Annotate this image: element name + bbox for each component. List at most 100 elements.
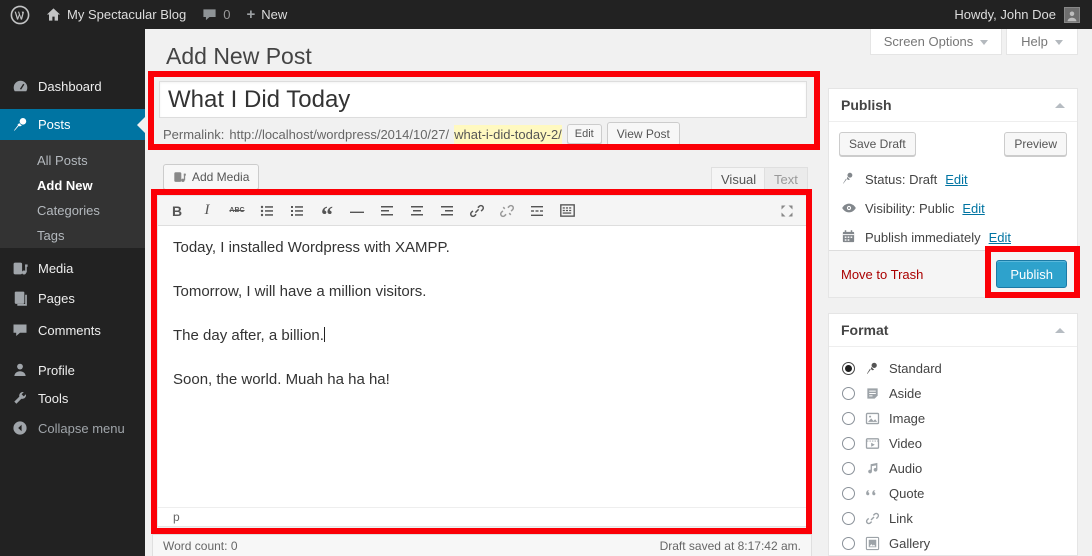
page-title: Add New Post — [166, 43, 312, 70]
comments-menu[interactable]: 0 — [202, 7, 230, 22]
collapse-toggle-icon[interactable] — [1055, 328, 1065, 333]
sidebar-item-comments[interactable]: Comments — [0, 315, 145, 345]
editor-content-area[interactable]: Today, I installed Wordpress with XAMPP.… — [158, 226, 806, 488]
format-option-label: Standard — [889, 361, 942, 376]
permalink-slug[interactable]: what-i-did-today-2/ — [454, 125, 562, 144]
format-option-quote[interactable]: Quote — [842, 481, 1077, 506]
horizontal-rule-button[interactable]: — — [348, 202, 366, 220]
sidebar-item-label: Comments — [38, 323, 101, 338]
calendar-icon — [841, 229, 857, 245]
numbered-list-button[interactable] — [288, 202, 306, 220]
sidebar-item-collapse-menu[interactable]: Collapse menu — [0, 413, 145, 443]
edit-schedule-link[interactable]: Edit — [989, 230, 1011, 245]
posts-submenu: All Posts Add New Categories Tags — [0, 140, 145, 248]
radio-unchecked[interactable] — [842, 437, 855, 450]
aside-icon — [864, 386, 880, 402]
radio-unchecked[interactable] — [842, 487, 855, 500]
format-option-video[interactable]: Video — [842, 431, 1077, 456]
publish-panel: Publish Save Draft Preview Status: Draft… — [828, 88, 1078, 298]
current-menu-arrow — [129, 117, 145, 133]
save-draft-button[interactable]: Save Draft — [839, 132, 916, 156]
more-tag-button[interactable] — [528, 202, 546, 220]
sidebar-item-tools[interactable]: Tools — [0, 383, 145, 413]
add-media-button[interactable]: Add Media — [163, 164, 259, 190]
radio-unchecked[interactable] — [842, 462, 855, 475]
toolbar-toggle-button[interactable] — [558, 202, 576, 220]
format-option-image[interactable]: Image — [842, 406, 1077, 431]
add-media-label: Add Media — [192, 170, 249, 184]
format-option-link[interactable]: Link — [842, 506, 1077, 531]
new-content-menu[interactable]: + New — [246, 6, 287, 23]
publish-panel-header[interactable]: Publish — [829, 89, 1077, 122]
format-option-standard[interactable]: Standard — [842, 356, 1077, 381]
strikethrough-button[interactable]: ABC — [228, 202, 246, 220]
sidebar-item-tags[interactable]: Tags — [0, 223, 145, 248]
sidebar-item-posts[interactable]: Posts — [0, 109, 145, 140]
tab-visual[interactable]: Visual — [711, 167, 766, 190]
sidebar-item-categories[interactable]: Categories — [0, 198, 145, 223]
edit-permalink-button[interactable]: Edit — [567, 124, 602, 144]
site-menu[interactable]: My Spectacular Blog — [46, 7, 186, 22]
avatar[interactable] — [1064, 7, 1080, 23]
format-option-label: Video — [889, 436, 922, 451]
radio-unchecked[interactable] — [842, 537, 855, 550]
quote-icon — [864, 486, 880, 502]
radio-unchecked[interactable] — [842, 387, 855, 400]
status-text: Status: Draft — [865, 172, 937, 187]
sidebar-item-add-new[interactable]: Add New — [0, 173, 145, 198]
editor-paragraph: The day after, a billion. — [173, 326, 791, 346]
format-option-aside[interactable]: Aside — [842, 381, 1077, 406]
collapse-toggle-icon[interactable] — [1055, 103, 1065, 108]
image-icon — [864, 411, 880, 427]
bold-button[interactable]: B — [168, 202, 186, 220]
blockquote-button[interactable]: “ — [318, 207, 336, 225]
format-panel-header[interactable]: Format — [829, 314, 1077, 347]
help-tab[interactable]: Help — [1006, 29, 1078, 55]
remove-link-button[interactable] — [498, 202, 516, 220]
sidebar-item-media[interactable]: Media — [0, 253, 145, 283]
admin-sidebar: Dashboard Posts All Posts Add New Catego… — [0, 29, 145, 556]
insert-link-button[interactable] — [468, 202, 486, 220]
publish-button[interactable]: Publish — [996, 260, 1067, 288]
view-post-button[interactable]: View Post — [607, 122, 680, 146]
move-to-trash-link[interactable]: Move to Trash — [841, 267, 923, 282]
align-center-button[interactable] — [408, 202, 426, 220]
sidebar-item-pages[interactable]: Pages — [0, 283, 145, 313]
sidebar-item-profile[interactable]: Profile — [0, 355, 145, 385]
chevron-down-icon — [1055, 40, 1063, 45]
eye-icon — [841, 200, 857, 216]
format-panel-title: Format — [841, 322, 888, 338]
sidebar-item-label: Posts — [38, 117, 71, 132]
audio-icon — [864, 461, 880, 477]
visibility-row: Visibility: Public Edit — [841, 200, 1065, 216]
post-title-input[interactable] — [159, 81, 807, 118]
sidebar-item-dashboard[interactable]: Dashboard — [0, 71, 145, 101]
wordpress-logo-menu[interactable] — [10, 5, 30, 25]
radio-checked[interactable] — [842, 362, 855, 375]
screen-options-tab[interactable]: Screen Options — [870, 29, 1002, 55]
comment-bubble-icon — [202, 7, 217, 22]
fullscreen-icon[interactable] — [778, 202, 796, 220]
sidebar-item-label: Tools — [38, 391, 68, 406]
editor-element-path[interactable]: p — [158, 507, 806, 526]
format-option-gallery[interactable]: Gallery — [842, 531, 1077, 556]
collapse-icon — [11, 419, 29, 437]
screen-options-label: Screen Options — [884, 34, 974, 49]
sidebar-item-label: Profile — [38, 363, 75, 378]
align-left-button[interactable] — [378, 202, 396, 220]
sidebar-item-all-posts[interactable]: All Posts — [0, 148, 145, 173]
align-right-button[interactable] — [438, 202, 456, 220]
admin-bar: My Spectacular Blog 0 + New Howdy, John … — [0, 0, 1092, 29]
edit-status-link[interactable]: Edit — [945, 172, 967, 187]
bulleted-list-button[interactable] — [258, 202, 276, 220]
radio-unchecked[interactable] — [842, 512, 855, 525]
howdy-account-menu[interactable]: Howdy, John Doe — [954, 7, 1056, 22]
format-option-audio[interactable]: Audio — [842, 456, 1077, 481]
edit-visibility-link[interactable]: Edit — [962, 201, 984, 216]
preview-button[interactable]: Preview — [1004, 132, 1067, 156]
italic-button[interactable]: I — [198, 202, 216, 220]
pushpin-icon — [841, 171, 857, 187]
radio-unchecked[interactable] — [842, 412, 855, 425]
draft-saved-status: Draft saved at 8:17:42 am. — [660, 539, 801, 553]
tab-text[interactable]: Text — [764, 167, 808, 190]
